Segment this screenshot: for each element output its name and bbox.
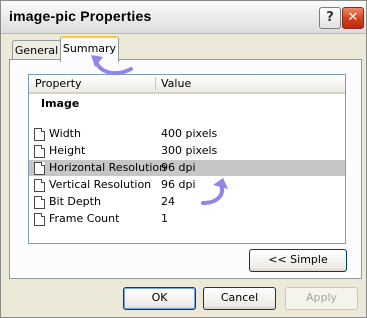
ok-button[interactable]: OK [123,287,196,310]
file-icon [34,196,45,209]
property-value: 400 pixels [161,127,218,140]
property-name: Height [49,144,86,157]
list-row[interactable]: Frame Count 1 [29,211,345,227]
property-value: 96 dpi [161,178,196,191]
property-name: Frame Count [49,212,120,225]
property-name: Vertical Resolution [49,178,152,191]
property-name: Horizontal Resolution [49,161,167,174]
file-icon [34,145,45,158]
property-name: Width [49,127,81,140]
file-icon [34,213,45,226]
column-divider[interactable] [155,77,156,90]
cancel-button[interactable]: Cancel [203,287,276,310]
properties-list[interactable]: Property Value Image Width 400 pixels He… [28,74,346,244]
tab-general[interactable]: General [12,40,61,61]
list-row-selected[interactable]: Horizontal Resolution 96 dpi [29,160,345,176]
help-button[interactable]: ? [319,7,341,29]
property-value: 1 [161,212,168,225]
list-row[interactable]: Vertical Resolution 96 dpi [29,177,345,193]
property-value: 24 [161,195,175,208]
apply-button[interactable]: Apply [285,287,358,310]
file-icon [34,179,45,192]
list-row[interactable]: Bit Depth 24 [29,194,345,210]
properties-dialog: image-pic Properties ? ✕ General Summary… [0,0,367,318]
property-name: Bit Depth [49,195,101,208]
title-bar: image-pic Properties ? ✕ [1,1,366,34]
summary-panel: Property Value Image Width 400 pixels He… [9,59,362,279]
group-header-image: Image [41,97,80,110]
file-icon [34,128,45,141]
column-header-value[interactable]: Value [161,75,341,92]
property-value: 96 dpi [161,161,196,174]
simple-view-button[interactable]: << Simple [249,249,347,272]
list-row[interactable]: Height 300 pixels [29,143,345,159]
list-row[interactable]: Width 400 pixels [29,126,345,142]
column-header-property[interactable]: Property [35,75,155,92]
file-icon [34,162,45,175]
list-header: Property Value [29,75,345,94]
window-title: image-pic Properties [9,8,152,24]
tab-summary[interactable]: Summary [60,36,119,62]
property-value: 300 pixels [161,144,218,157]
close-button[interactable]: ✕ [342,7,364,29]
